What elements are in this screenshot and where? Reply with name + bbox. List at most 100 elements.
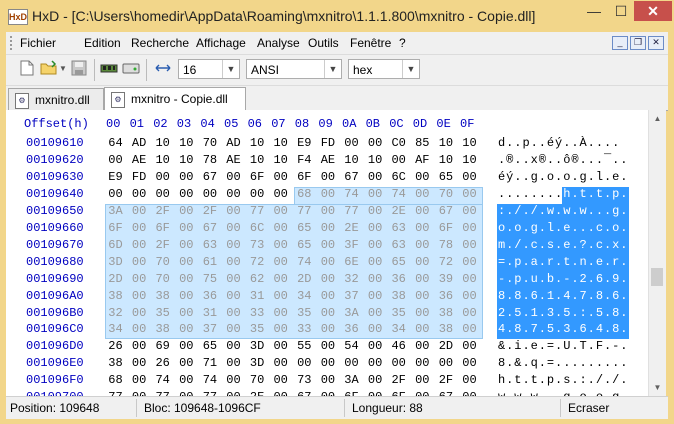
hex-byte[interactable]: 00 (459, 170, 480, 184)
mdi-close-button[interactable]: ✕ (648, 36, 664, 50)
text-column[interactable]: éý..g.o.o.g.l.e. (498, 170, 628, 184)
hex-byte[interactable]: 00 (365, 238, 386, 252)
text-column[interactable]: 4.8.7.5.3.6.4.8. (498, 322, 628, 336)
hex-byte[interactable]: 10 (176, 136, 197, 150)
hex-byte[interactable]: 6F (294, 170, 315, 184)
hex-byte[interactable]: 00 (412, 289, 433, 303)
hex-byte[interactable]: 00 (223, 289, 244, 303)
hex-byte[interactable]: 6F (152, 221, 173, 235)
hex-row[interactable]: 001096E0 38 00 26 00 71 00 3D 00 00 00 00 00 00 00 00 00… (6, 356, 646, 372)
hex-byte[interactable]: 78 (199, 153, 220, 167)
hex-byte[interactable]: 00 (412, 272, 433, 286)
hex-byte[interactable]: 2F (199, 204, 220, 218)
hex-row[interactable]: 00109640 00 00 00 00 00 00 00 00 68 00 74 00 74 00 70 00… (6, 187, 646, 203)
hex-byte[interactable]: 63 (388, 221, 409, 235)
text-column[interactable]: 8.8.6.1.4.7.8.6. (498, 289, 628, 303)
hex-byte[interactable]: 00 (129, 289, 150, 303)
text-column[interactable]: 8.&.q.=......... (498, 356, 628, 370)
tab-mxnitro-copie-dll[interactable]: ⚙ mxnitro - Copie.dll (104, 87, 246, 110)
hex-byte[interactable]: 00 (176, 170, 197, 184)
hex-byte[interactable]: 00 (294, 356, 315, 370)
hex-byte[interactable]: 34 (388, 322, 409, 336)
hex-byte[interactable]: 00 (270, 339, 291, 353)
hex-byte[interactable]: 00 (365, 322, 386, 336)
hex-byte[interactable]: 38 (105, 356, 126, 370)
hex-byte[interactable]: 74 (199, 373, 220, 387)
hex-byte[interactable]: 65 (435, 170, 456, 184)
hex-byte[interactable]: AE (129, 153, 150, 167)
hex-byte[interactable]: 00 (365, 356, 386, 370)
hex-byte[interactable]: 74 (388, 187, 409, 201)
hex-byte[interactable]: 00 (388, 356, 409, 370)
hex-byte[interactable]: 63 (199, 238, 220, 252)
hex-byte[interactable]: 00 (176, 272, 197, 286)
text-column[interactable]: ........h.t.t.p. (498, 187, 628, 201)
hex-byte[interactable]: 2D (294, 272, 315, 286)
hex-byte[interactable]: 38 (152, 289, 173, 303)
hex-byte[interactable]: 00 (270, 204, 291, 218)
text-column[interactable]: h.t.t.p.s.:././. (498, 373, 628, 387)
hex-byte[interactable]: 00 (176, 204, 197, 218)
mdi-minimize-button[interactable]: _ (612, 36, 628, 50)
hex-byte[interactable]: 00 (412, 170, 433, 184)
hex-byte[interactable]: 00 (270, 187, 291, 201)
hex-byte[interactable]: 00 (152, 187, 173, 201)
hex-byte[interactable]: 10 (365, 153, 386, 167)
scroll-up-icon[interactable]: ▲ (649, 110, 666, 127)
hex-byte[interactable]: 36 (388, 272, 409, 286)
hex-row[interactable]: 00109630 E9 FD 00 00 67 00 6F 00 6F 00 67 00 6C 00 65 00… (6, 170, 646, 186)
hex-byte[interactable]: 00 (317, 170, 338, 184)
hex-byte[interactable]: 2E (341, 221, 362, 235)
hex-byte[interactable]: 00 (412, 356, 433, 370)
hex-byte[interactable]: 10 (152, 153, 173, 167)
hex-byte[interactable]: 3A (341, 306, 362, 320)
menu-grip[interactable] (10, 36, 16, 50)
hex-byte[interactable]: AD (129, 136, 150, 150)
hex-byte[interactable]: 00 (176, 373, 197, 387)
hex-byte[interactable]: 00 (176, 255, 197, 269)
hex-byte[interactable]: 37 (199, 322, 220, 336)
hex-byte[interactable]: 00 (129, 356, 150, 370)
hex-byte[interactable]: 00 (105, 153, 126, 167)
hex-byte[interactable]: 6F (105, 221, 126, 235)
hex-byte[interactable]: 64 (105, 136, 126, 150)
hex-byte[interactable]: 00 (365, 339, 386, 353)
hex-byte[interactable]: 00 (317, 289, 338, 303)
hex-byte[interactable]: 3F (341, 238, 362, 252)
text-column[interactable]: &.i.e.=.U.T.F.-. (498, 339, 628, 353)
mdi-restore-button[interactable]: ❐ (630, 36, 646, 50)
hex-byte[interactable]: 00 (412, 238, 433, 252)
hex-byte[interactable]: AE (223, 153, 244, 167)
hex-byte[interactable]: 10 (459, 136, 480, 150)
hex-byte[interactable]: 00 (459, 339, 480, 353)
hex-row[interactable]: 00109620 00 AE 10 10 78 AE 10 10 F4 AE 10 10 00 AF 10 10… (6, 153, 646, 169)
hex-row[interactable]: 00109660 6F 00 6F 00 67 00 6C 00 65 00 2E 00 63 00 6F 00… (6, 221, 646, 237)
hex-byte[interactable]: 65 (294, 221, 315, 235)
hex-byte[interactable]: 00 (223, 373, 244, 387)
hex-editor[interactable]: Offset(h) 00 01 02 03 04 05 06 07 08 09 0A 0B 0C 0D 0E… (6, 110, 648, 396)
hex-byte[interactable]: 65 (199, 339, 220, 353)
hex-byte[interactable]: 10 (435, 153, 456, 167)
hex-byte[interactable]: 77 (247, 204, 268, 218)
hex-byte[interactable]: 00 (129, 272, 150, 286)
hex-byte[interactable]: F4 (294, 153, 315, 167)
hex-byte[interactable]: 34 (105, 322, 126, 336)
hex-byte[interactable]: 2F (435, 373, 456, 387)
hex-byte[interactable]: 2F (388, 373, 409, 387)
hex-byte[interactable]: 10 (247, 136, 268, 150)
charset-select[interactable]: ANSI ▼ (246, 59, 342, 79)
hex-byte[interactable]: 6D (105, 238, 126, 252)
hex-byte[interactable]: 38 (435, 322, 456, 336)
hex-byte[interactable]: 00 (317, 187, 338, 201)
hex-byte[interactable]: 00 (223, 255, 244, 269)
hex-byte[interactable]: 00 (176, 322, 197, 336)
hex-byte[interactable]: 00 (365, 136, 386, 150)
hex-byte[interactable]: 00 (270, 272, 291, 286)
hex-byte[interactable]: FD (129, 170, 150, 184)
hex-byte[interactable]: 61 (199, 255, 220, 269)
hex-byte[interactable]: 00 (459, 306, 480, 320)
hex-byte[interactable]: 3A (105, 204, 126, 218)
hex-byte[interactable]: FD (317, 136, 338, 150)
maximize-button[interactable]: ☐ (608, 1, 634, 21)
hex-byte[interactable]: 69 (152, 339, 173, 353)
